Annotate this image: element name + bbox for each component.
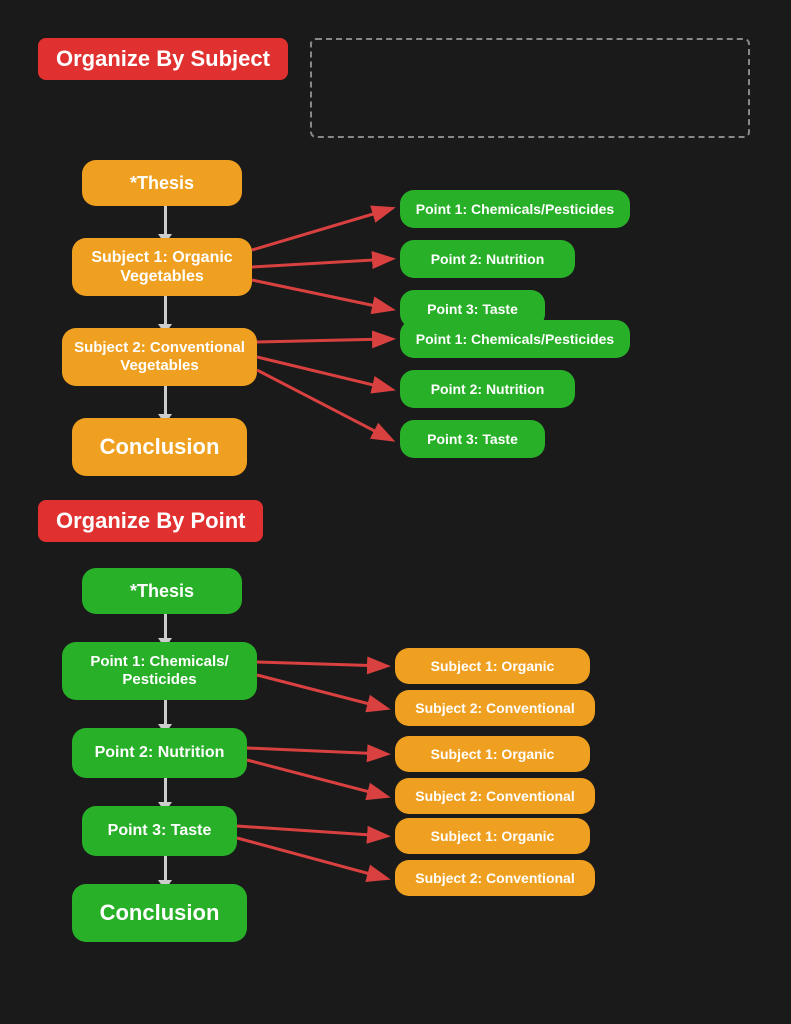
s2-p3-label: Point 3: Taste [400, 420, 545, 458]
p1-subj2: Subject 2: Conventional [395, 690, 595, 726]
conclusion-node-s1: Conclusion [72, 418, 247, 476]
s1-p1-label: Point 1: Chemicals/Pesticides [400, 190, 630, 228]
subject1-node: Subject 1: Organic Vegetables [72, 238, 252, 296]
p2-subj2: Subject 2: Conventional [395, 778, 595, 814]
conclusion-node-s2: Conclusion [72, 884, 247, 942]
p1-subj1: Subject 1: Organic [395, 648, 590, 684]
p2-subj1: Subject 1: Organic [395, 736, 590, 772]
point2-node: Point 2: Nutrition [72, 728, 247, 778]
s2-p1-label: Point 1: Chemicals/Pesticides [400, 320, 630, 358]
thesis-node-s1: *Thesis [82, 160, 242, 206]
section2-header: Organize By Point [38, 500, 263, 542]
p3-subj2: Subject 2: Conventional [395, 860, 595, 896]
p3-subj1: Subject 1: Organic [395, 818, 590, 854]
dashed-box [310, 38, 750, 138]
section1-header: Organize By Subject [38, 38, 288, 80]
subject2-node: Subject 2: Conventional Vegetables [62, 328, 257, 386]
point3-node: Point 3: Taste [82, 806, 237, 856]
s1-p2-label: Point 2: Nutrition [400, 240, 575, 278]
thesis-node-s2: *Thesis [82, 568, 242, 614]
point1-node: Point 1: Chemicals/ Pesticides [62, 642, 257, 700]
s2-p2-label: Point 2: Nutrition [400, 370, 575, 408]
